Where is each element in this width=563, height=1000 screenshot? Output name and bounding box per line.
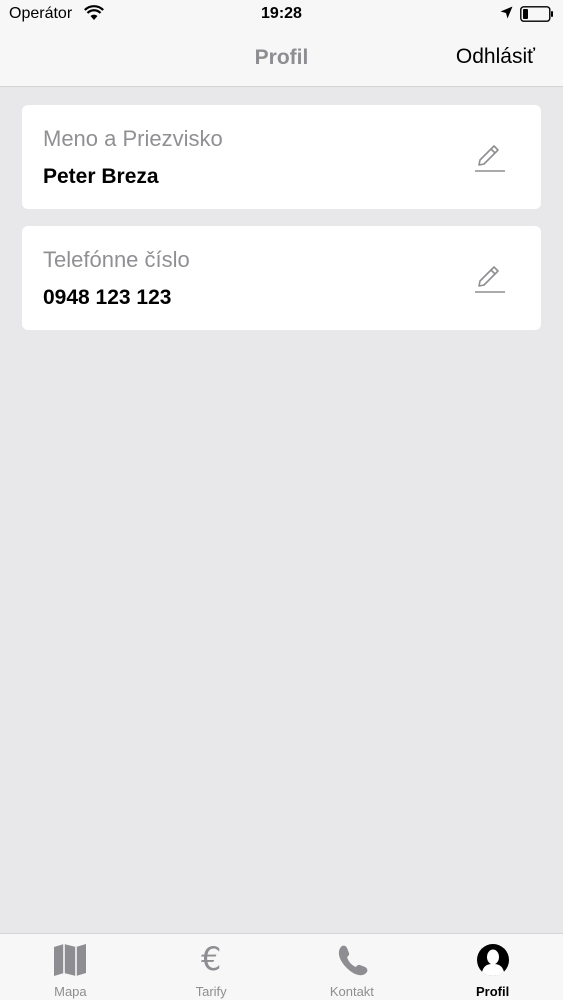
tab-label-mapa: Mapa [54,984,87,999]
status-bar: Operátor 19:28 [0,0,563,30]
status-time: 19:28 [261,5,302,22]
tab-profil[interactable]: Profil [422,934,563,1000]
euro-icon: € [200,940,222,978]
location-icon [500,6,513,19]
tab-bar: Mapa € Tarify Kontakt Profil [0,933,563,1000]
phone-icon [338,945,368,976]
phone-value: 0948 123 123 [43,286,172,309]
phone-card: Telefónne číslo 0948 123 123 [22,226,541,330]
battery-icon [520,6,553,22]
tab-label-tarify: Tarify [195,984,227,999]
tab-tarify[interactable]: € Tarify [141,934,282,1000]
edit-name-pencil-icon[interactable] [473,141,505,173]
name-card: Meno a Priezvisko Peter Breza [22,105,541,209]
tab-label-profil: Profil [476,984,510,999]
tab-label-kontakt: Kontakt [329,984,374,999]
logout-button[interactable]: Odhlásiť [456,45,535,69]
tab-mapa[interactable]: Mapa [0,934,141,1000]
name-value: Peter Breza [43,165,159,188]
name-label: Meno a Priezvisko [43,126,223,151]
nav-bar: Profil Odhlásiť [0,30,563,87]
phone-label: Telefónne číslo [43,247,190,272]
edit-phone-pencil-icon[interactable] [473,262,505,294]
tab-kontakt[interactable]: Kontakt [282,934,423,1000]
map-icon [54,944,87,976]
profile-icon [476,944,509,976]
